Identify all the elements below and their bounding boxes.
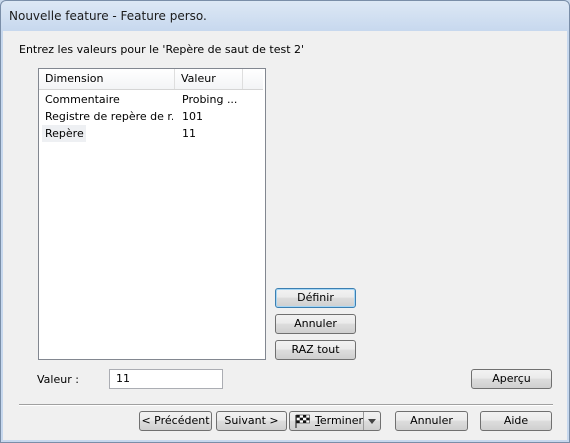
previous-button[interactable]: < Précédent: [139, 411, 212, 431]
window-title: Nouvelle feature - Feature perso.: [9, 9, 207, 23]
dialog-window: Nouvelle feature - Feature perso. Entrez…: [0, 0, 570, 443]
grid-row[interactable]: Commentaire Probing ...: [39, 91, 263, 108]
cancel-value-button[interactable]: Annuler: [275, 314, 356, 334]
grid-row[interactable]: Registre de repère de r... 101: [39, 108, 263, 125]
column-header-filler: [243, 69, 263, 89]
value-input[interactable]: 11: [109, 369, 223, 389]
value-cell: 101: [182, 110, 203, 123]
dimension-cell: Repère: [42, 125, 86, 142]
checkered-flag-icon: [295, 414, 310, 428]
finish-label: Terminer: [315, 414, 363, 427]
title-bar[interactable]: Nouvelle feature - Feature perso.: [1, 1, 569, 31]
value-cell: Probing ...: [182, 93, 238, 106]
cancel-button[interactable]: Annuler: [395, 411, 468, 431]
footer-separator: [19, 404, 553, 406]
instruction-text: Entrez les valeurs pour le 'Repère de sa…: [19, 43, 305, 56]
parameter-grid[interactable]: Dimension Valeur Commentaire Probing ...…: [38, 68, 266, 360]
dimension-cell: Commentaire: [45, 93, 120, 106]
define-button[interactable]: Définir: [275, 288, 356, 308]
dimension-cell: Registre de repère de r...: [45, 110, 173, 123]
dialog-body: Entrez les valeurs pour le 'Repère de sa…: [3, 31, 567, 440]
grid-header: Dimension Valeur: [39, 69, 263, 90]
value-label: Valeur :: [37, 373, 79, 386]
reset-all-button[interactable]: RAZ tout: [275, 340, 356, 360]
preview-button[interactable]: Aperçu: [471, 369, 552, 389]
next-button[interactable]: Suivant >: [216, 411, 287, 431]
help-button[interactable]: Aide: [480, 411, 552, 431]
column-header-value[interactable]: Valeur: [175, 69, 243, 89]
chevron-down-icon[interactable]: [363, 412, 380, 430]
grid-row-selected[interactable]: Repère 11: [39, 125, 263, 142]
finish-split-button[interactable]: Terminer: [289, 411, 381, 431]
column-header-dimension[interactable]: Dimension: [39, 69, 175, 89]
value-cell: 11: [182, 127, 196, 140]
